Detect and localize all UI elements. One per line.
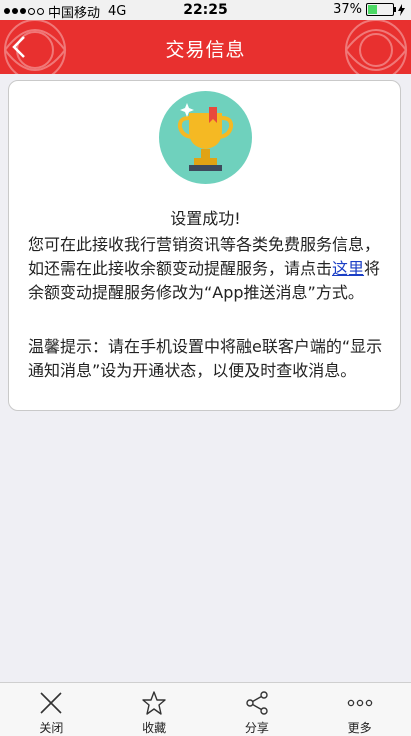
charging-bolt-icon <box>398 3 405 16</box>
share-button[interactable]: 分享 <box>206 683 309 736</box>
info-text-before-link: 您可在此接收我行营销资讯等各类免费服务信息，如还需在此接收余额变动提醒服务，请点… <box>28 235 381 278</box>
share-label: 分享 <box>244 721 269 735</box>
nav-header: 交易信息 <box>0 20 411 74</box>
battery-icon <box>366 3 396 16</box>
close-button[interactable]: 关闭 <box>0 683 103 736</box>
star-icon <box>142 691 166 715</box>
close-icon <box>40 692 62 714</box>
more-button[interactable]: 更多 <box>308 683 411 736</box>
success-message: 设置成功! <box>170 209 241 228</box>
favorite-label: 收藏 <box>142 721 167 735</box>
status-right: 37% <box>333 2 405 17</box>
here-link[interactable]: 这里 <box>332 259 364 278</box>
share-icon <box>246 691 268 715</box>
more-dots-icon <box>347 699 372 707</box>
bottom-toolbar: 关闭 收藏 分享 更多 <box>0 682 411 736</box>
tip-paragraph: 温馨提示：请在手机设置中将融e联客户端的“显示通知消息”设为开通状态，以便及时查… <box>28 337 383 380</box>
more-label: 更多 <box>347 721 372 735</box>
status-bar: 中国移动 4G 22:25 37% <box>0 0 411 21</box>
trophy-icon <box>159 91 252 184</box>
favorite-button[interactable]: 收藏 <box>103 683 206 736</box>
battery-percent: 37% <box>333 2 362 17</box>
close-label: 关闭 <box>39 721 64 735</box>
info-paragraph: 您可在此接收我行营销资讯等各类免费服务信息，如还需在此接收余额变动提醒服务，请点… <box>28 233 393 305</box>
page-title: 交易信息 <box>165 39 246 61</box>
message-card: 设置成功! 您可在此接收我行营销资讯等各类免费服务信息，如还需在此接收余额变动提… <box>8 80 401 411</box>
